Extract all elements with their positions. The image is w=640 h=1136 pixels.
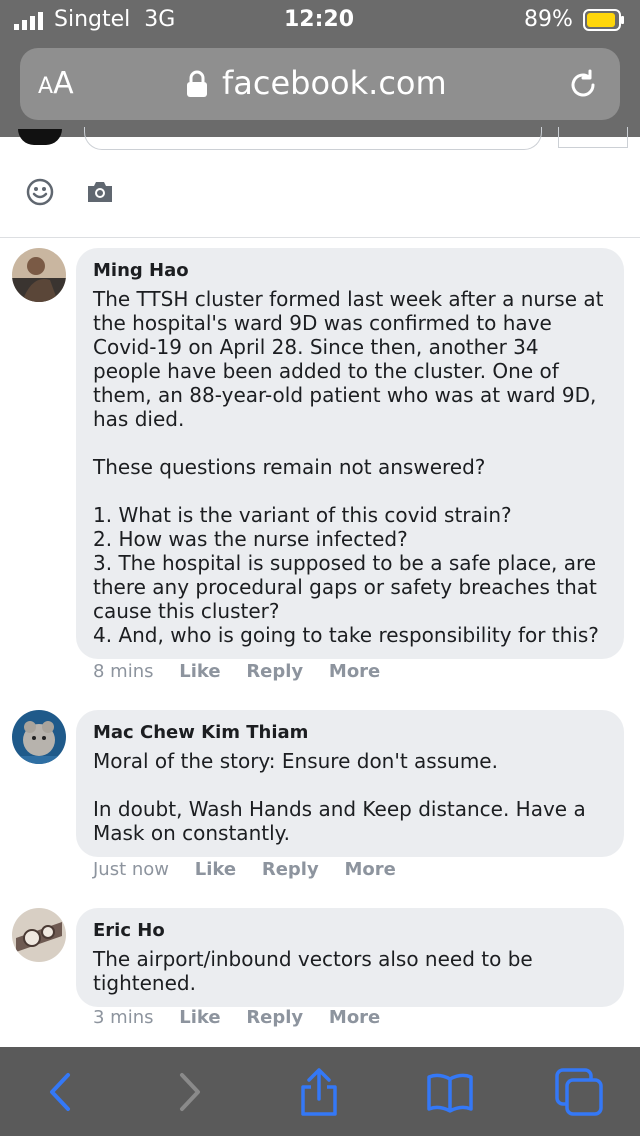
- bookmarks-icon[interactable]: [425, 1067, 475, 1117]
- comment-text: The airport/inbound vectors also need to…: [93, 947, 540, 995]
- comment-actions: 3 mins Like Reply More: [93, 1007, 400, 1028]
- comment-actions: 8 mins Like Reply More: [93, 661, 400, 682]
- comment-timestamp[interactable]: 3 mins: [93, 1007, 154, 1028]
- battery-percentage: 89%: [524, 7, 573, 32]
- comment-input[interactable]: [84, 127, 542, 150]
- comment-bubble: Mac Chew Kim Thiam Moral of the story: E…: [76, 710, 624, 857]
- user-avatar: [18, 129, 62, 145]
- comment-timestamp[interactable]: Just now: [93, 859, 169, 880]
- comment-bubble: Ming Hao The TTSH cluster formed last we…: [76, 248, 624, 659]
- comment-author[interactable]: Eric Ho: [93, 920, 606, 941]
- comment-text: Moral of the story: Ensure don't assume.…: [93, 749, 586, 845]
- comment-actions: Just now Like Reply More: [93, 859, 416, 880]
- clock: 12:20: [284, 7, 355, 32]
- comment-timestamp[interactable]: 8 mins: [93, 661, 154, 682]
- like-button[interactable]: Like: [179, 1007, 220, 1028]
- browser-bottom-toolbar: [0, 1047, 640, 1136]
- reply-button[interactable]: Reply: [246, 661, 303, 682]
- more-button[interactable]: More: [329, 661, 380, 682]
- reply-button[interactable]: Reply: [262, 859, 319, 880]
- more-button[interactable]: More: [329, 1007, 380, 1028]
- share-icon[interactable]: [294, 1067, 344, 1117]
- url-text[interactable]: facebook.com: [222, 64, 447, 102]
- post-button[interactable]: [558, 127, 628, 148]
- comment-compose-area: [0, 127, 640, 238]
- comment-author[interactable]: Ming Hao: [93, 260, 606, 281]
- forward-icon[interactable]: [164, 1067, 214, 1117]
- browser-top-bar: Singtel 3G 12:20 89% AA facebook.com: [0, 0, 640, 137]
- like-button[interactable]: Like: [195, 859, 236, 880]
- reload-icon[interactable]: [566, 68, 600, 102]
- address-bar[interactable]: AA facebook.com: [20, 48, 620, 120]
- carrier-label: Singtel 3G: [54, 7, 176, 32]
- avatar[interactable]: [12, 908, 66, 962]
- comment-bubble: Eric Ho The airport/inbound vectors also…: [76, 908, 624, 1007]
- status-bar: Singtel 3G 12:20 89%: [0, 0, 640, 40]
- emoji-icon[interactable]: [26, 178, 54, 206]
- battery-icon: [583, 9, 624, 31]
- lock-icon: [187, 70, 207, 97]
- avatar[interactable]: [12, 710, 66, 764]
- back-icon[interactable]: [36, 1067, 86, 1117]
- text-size-button[interactable]: AA: [38, 66, 74, 101]
- more-button[interactable]: More: [344, 859, 395, 880]
- comment-author[interactable]: Mac Chew Kim Thiam: [93, 722, 606, 743]
- tabs-icon[interactable]: [554, 1067, 604, 1117]
- signal-strength-icon: [14, 12, 43, 30]
- camera-icon[interactable]: [86, 181, 114, 203]
- avatar[interactable]: [12, 248, 66, 302]
- comment-text: The TTSH cluster formed last week after …: [93, 287, 604, 647]
- reply-button[interactable]: Reply: [246, 1007, 303, 1028]
- like-button[interactable]: Like: [179, 661, 220, 682]
